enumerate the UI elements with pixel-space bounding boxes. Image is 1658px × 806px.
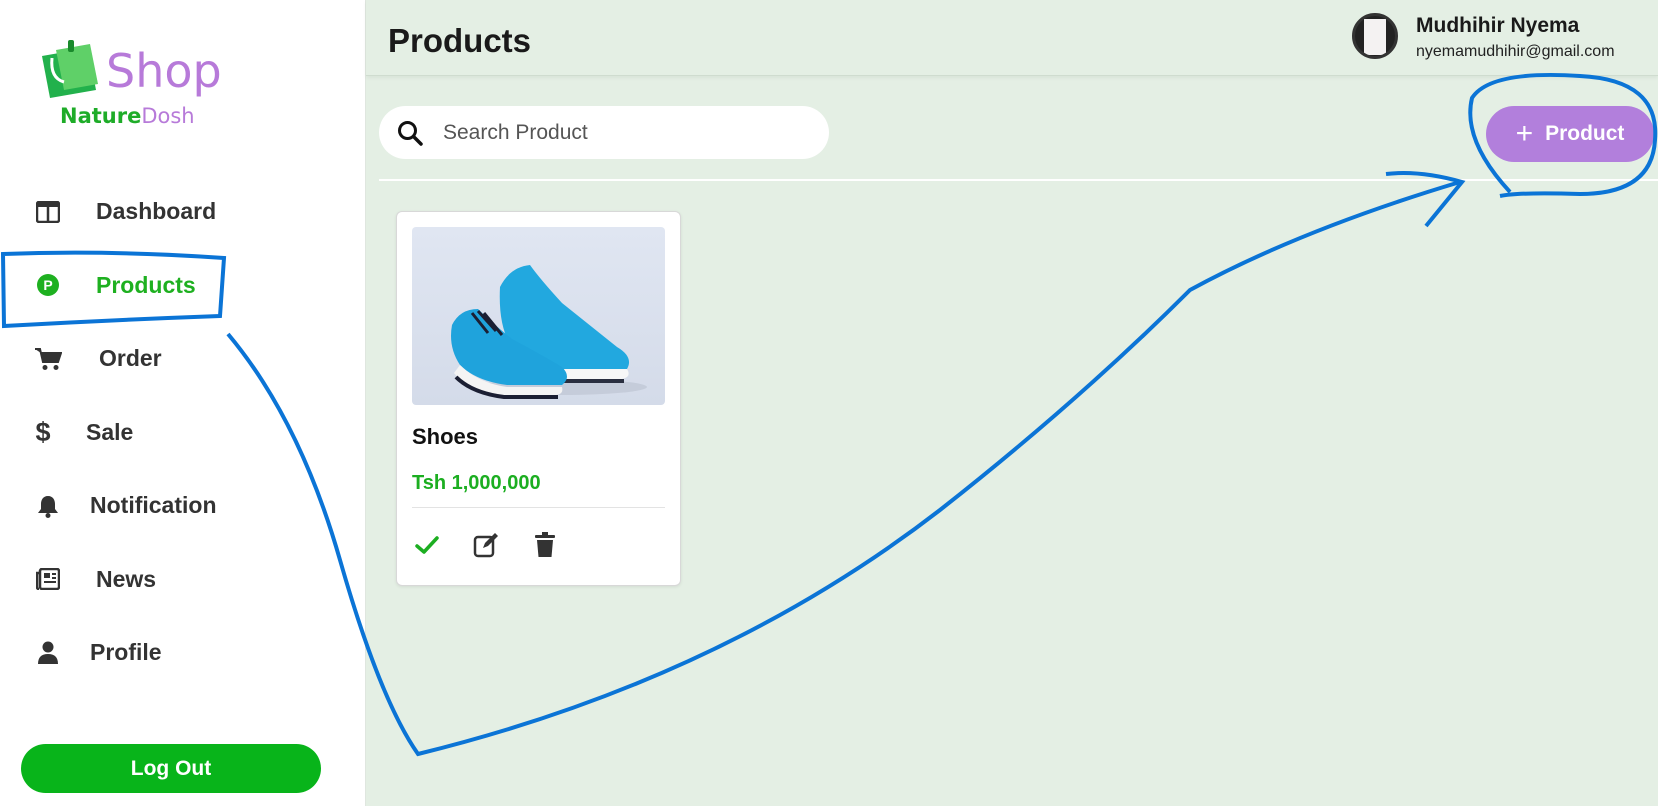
cart-icon — [34, 345, 62, 373]
sidebar-item-news[interactable]: News — [0, 543, 366, 617]
dollar-icon: $ — [35, 416, 51, 447]
shopping-bag-icon — [42, 40, 98, 98]
search-input[interactable] — [443, 120, 803, 145]
avatar[interactable] — [1352, 13, 1398, 59]
newspaper-icon — [34, 565, 62, 593]
product-name: Shoes — [412, 424, 479, 449]
edit-icon[interactable] — [471, 530, 500, 559]
sidebar-item-dashboard[interactable]: Dashboard — [0, 175, 366, 249]
sidebar-item-label: Notification — [90, 492, 217, 519]
trash-icon[interactable] — [530, 530, 559, 559]
search-bar — [379, 106, 829, 159]
bell-icon — [34, 492, 62, 520]
add-product-button[interactable]: + Product — [1486, 106, 1654, 162]
sidebar-item-profile[interactable]: Profile — [0, 616, 366, 690]
top-bar: Products Mudhihir Nyema nyemamudhihir@gm… — [366, 0, 1658, 76]
check-icon[interactable] — [412, 530, 441, 559]
sidebar-item-label: Profile — [90, 639, 162, 666]
product-price: Tsh 1,000,000 — [412, 472, 541, 494]
sidebar: Shop NatureDosh Dashboard P Products Ord… — [0, 0, 366, 806]
sidebar-item-products[interactable]: P Products — [0, 249, 366, 323]
user-icon — [34, 639, 62, 667]
plus-icon: + — [1515, 117, 1534, 150]
sidebar-item-label: Dashboard — [96, 198, 217, 225]
svg-text:P: P — [43, 277, 52, 293]
sidebar-item-label: Products — [96, 271, 196, 298]
sidebar-item-label: News — [96, 565, 157, 592]
card-actions — [412, 530, 559, 559]
sidebar-item-order[interactable]: Order — [0, 322, 366, 396]
sidebar-nav: Dashboard P Products Order $ Sale Notifi… — [0, 175, 366, 690]
user-name: Mudhihir Nyema — [1416, 14, 1580, 37]
product-card[interactable]: Shoes Tsh 1,000,000 — [396, 211, 681, 586]
add-product-label: Product — [1545, 122, 1625, 145]
brand-name: Shop — [106, 44, 222, 98]
user-email: nyemamudhihir@gmail.com — [1416, 43, 1615, 60]
search-icon — [395, 118, 425, 148]
sidebar-item-label: Sale — [86, 418, 134, 445]
brand-logo[interactable]: Shop NatureDosh — [36, 32, 236, 132]
page-title: Products — [388, 22, 532, 59]
products-p-icon: P — [34, 271, 62, 299]
sidebar-item-sale[interactable]: $ Sale — [0, 396, 366, 470]
brand-subtitle: NatureDosh — [60, 104, 195, 128]
dashboard-icon — [34, 198, 62, 226]
logout-button[interactable]: Log Out — [21, 744, 321, 793]
product-image — [412, 227, 665, 405]
sidebar-item-notification[interactable]: Notification — [0, 469, 366, 543]
divider — [379, 179, 1658, 181]
sidebar-item-label: Order — [99, 345, 162, 372]
card-divider — [412, 507, 665, 508]
